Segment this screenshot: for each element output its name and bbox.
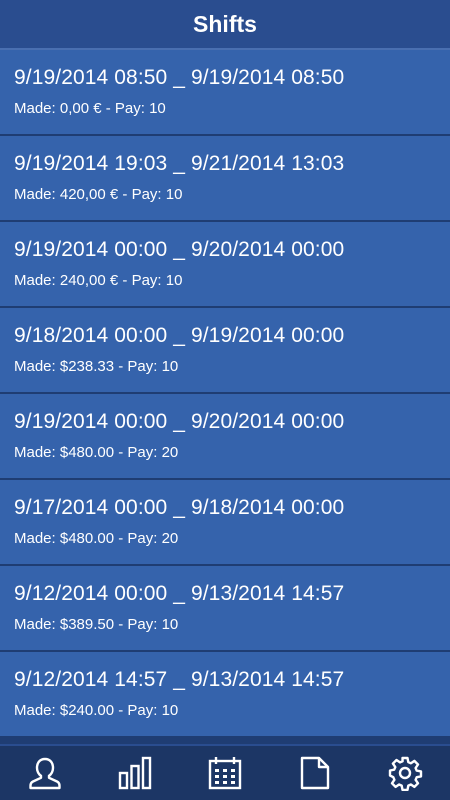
- shift-row[interactable]: 9/19/2014 00:00 _ 9/20/2014 00:00 Made: …: [0, 222, 450, 308]
- tab-calendar[interactable]: [195, 746, 255, 800]
- shift-row[interactable]: 9/17/2014 00:00 _ 9/18/2014 00:00 Made: …: [0, 480, 450, 566]
- tab-settings[interactable]: [375, 746, 435, 800]
- bar-chart-icon: [118, 756, 152, 790]
- page-title: Shifts: [193, 10, 257, 37]
- shift-row[interactable]: 9/12/2014 00:00 _ 9/13/2014 14:57 Made: …: [0, 566, 450, 652]
- bottom-tab-bar: [0, 744, 450, 800]
- tab-statistics[interactable]: [105, 746, 165, 800]
- document-icon: [300, 756, 330, 790]
- shift-range: 9/17/2014 00:00 _ 9/18/2014 00:00: [14, 496, 345, 519]
- shift-range: 9/19/2014 19:03 _ 9/21/2014 13:03: [14, 152, 345, 175]
- shift-summary: Made: $240.00 - Pay: 10: [14, 702, 179, 719]
- shift-summary: Made: $480.00 - Pay: 20: [14, 530, 179, 547]
- shift-summary: Made: $480.00 - Pay: 20: [14, 444, 179, 461]
- shift-range: 9/12/2014 00:00 _ 9/13/2014 14:57: [14, 582, 345, 605]
- calendar-icon: [208, 757, 242, 790]
- shift-row[interactable]: 9/12/2014 14:57 _ 9/13/2014 14:57 Made: …: [0, 652, 450, 738]
- shift-range: 9/19/2014 00:00 _ 9/20/2014 00:00: [14, 238, 345, 261]
- shift-list[interactable]: 9/19/2014 08:50 _ 9/19/2014 08:50 Made: …: [0, 50, 450, 744]
- tab-profile[interactable]: [15, 746, 75, 800]
- tab-reports[interactable]: [285, 746, 345, 800]
- app-header: Shifts: [0, 0, 450, 50]
- shift-row[interactable]: 9/19/2014 00:00 _ 9/20/2014 00:00 Made: …: [0, 394, 450, 480]
- shift-range: 9/19/2014 08:50 _ 9/19/2014 08:50: [14, 66, 345, 89]
- shift-summary: Made: $389.50 - Pay: 10: [14, 616, 179, 633]
- shift-row[interactable]: 9/19/2014 08:50 _ 9/19/2014 08:50 Made: …: [0, 50, 450, 136]
- shift-range: 9/18/2014 00:00 _ 9/19/2014 00:00: [14, 324, 345, 347]
- person-icon: [29, 757, 61, 790]
- shift-summary: Made: $238.33 - Pay: 10: [14, 358, 179, 375]
- shift-range: 9/19/2014 00:00 _ 9/20/2014 00:00: [14, 410, 345, 433]
- shift-summary: Made: 240,00 € - Pay: 10: [14, 272, 183, 289]
- gear-icon: [388, 756, 423, 791]
- shift-row[interactable]: 9/19/2014 19:03 _ 9/21/2014 13:03 Made: …: [0, 136, 450, 222]
- shift-row[interactable]: 9/18/2014 00:00 _ 9/19/2014 00:00 Made: …: [0, 308, 450, 394]
- shift-summary: Made: 420,00 € - Pay: 10: [14, 186, 183, 203]
- shift-range: 9/12/2014 14:57 _ 9/13/2014 14:57: [14, 668, 345, 691]
- shift-summary: Made: 0,00 € - Pay: 10: [14, 100, 166, 117]
